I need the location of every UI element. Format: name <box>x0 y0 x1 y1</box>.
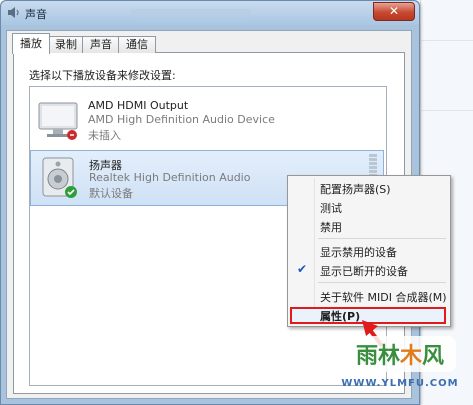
menu-item-configure-speakers[interactable]: 配置扬声器(S) <box>320 181 391 197</box>
device-description: AMD High Definition Audio Device <box>88 113 275 126</box>
tab-communications[interactable]: 通信 <box>118 36 156 53</box>
device-description: Realtek High Definition Audio <box>89 171 251 184</box>
menu-item-show-disabled[interactable]: 显示禁用的设备 <box>320 244 397 260</box>
menu-item-about-midi[interactable]: 关于软件 MIDI 合成器(M) <box>320 289 447 305</box>
close-button[interactable]: ✕ <box>373 2 415 21</box>
watermark: 雨林木风 WWW.YLMFU.COM <box>336 334 464 400</box>
menu-separator <box>318 282 446 283</box>
title-bar[interactable]: 声音 ✕ <box>1 1 419 25</box>
tab-sounds[interactable]: 声音 <box>82 36 120 53</box>
close-icon: ✕ <box>388 4 400 18</box>
background-divider <box>420 110 473 111</box>
tab-recording[interactable]: 录制 <box>48 36 84 53</box>
watermark-logo: 雨林木风 <box>344 336 456 372</box>
menu-item-show-disconnected[interactable]: 显示已断开的设备 <box>320 263 408 279</box>
menu-item-disable[interactable]: 禁用 <box>320 219 342 235</box>
tab-playback[interactable]: 播放 <box>12 33 50 54</box>
context-menu: 配置扬声器(S) 测试 禁用 显示禁用的设备 ✔ 显示已断开的设备 关于软件 M… <box>287 175 451 327</box>
device-status: 未插入 <box>88 129 121 142</box>
speaker-icon <box>8 7 19 18</box>
svg-text:雨林木风: 雨林木风 <box>356 344 444 369</box>
menu-item-test[interactable]: 测试 <box>320 200 342 216</box>
speaker-device-icon <box>42 157 77 198</box>
device-name: AMD HDMI Output <box>88 99 189 112</box>
monitor-icon <box>38 102 78 140</box>
menu-separator <box>318 238 446 239</box>
blurred-title-area <box>131 9 251 17</box>
menu-gutter <box>314 178 315 324</box>
checkmark-icon: ✔ <box>297 262 308 276</box>
background-divider <box>420 40 473 41</box>
window-title: 声音 <box>25 8 47 21</box>
instruction-text: 选择以下播放设备来修改设置: <box>29 69 176 82</box>
watermark-url: WWW.YLMFU.COM <box>341 378 459 389</box>
device-status: 默认设备 <box>89 187 133 200</box>
device-item-hdmi[interactable]: AMD HDMI Output AMD High Definition Audi… <box>30 93 384 149</box>
